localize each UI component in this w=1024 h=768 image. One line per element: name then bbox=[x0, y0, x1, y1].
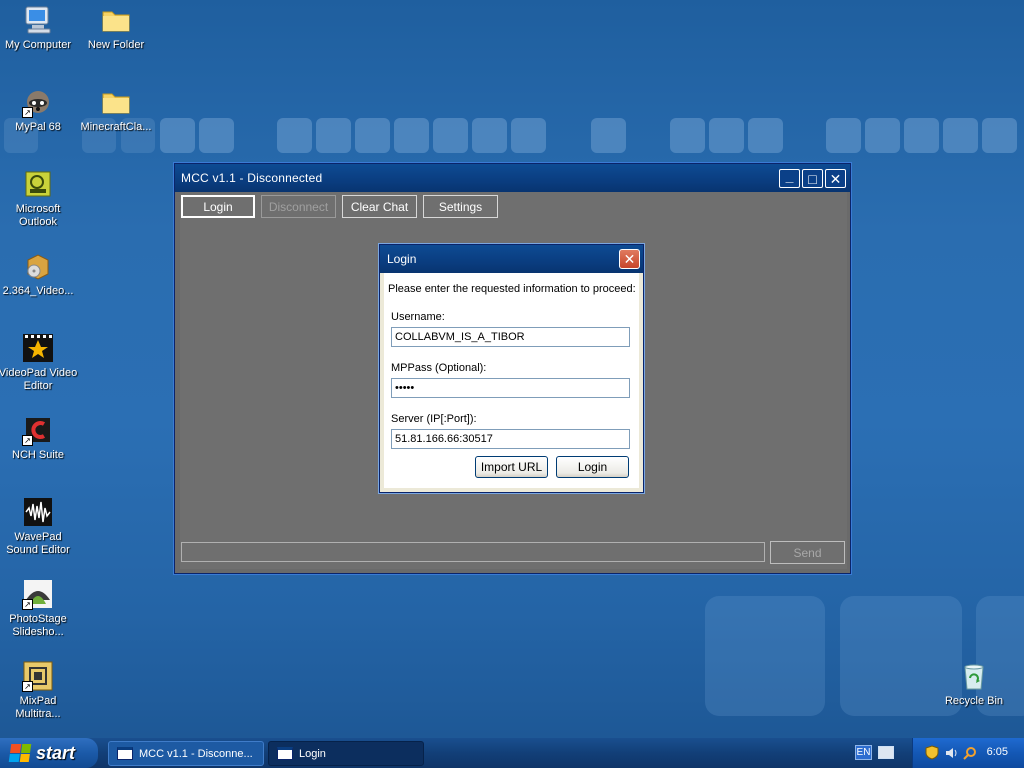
minimize-icon: _ bbox=[785, 167, 794, 184]
main-window-titlebar[interactable]: MCC v1.1 - Disconnected _ □ ✕ bbox=[175, 164, 850, 192]
desktop-icon-recycle-bin[interactable]: Recycle Bin bbox=[934, 660, 1014, 708]
keyboard-icon[interactable] bbox=[878, 746, 894, 759]
desktop-icon-my-computer[interactable]: My Computer bbox=[0, 4, 78, 52]
close-button[interactable]: ✕ bbox=[825, 169, 846, 188]
login-dialog-titlebar[interactable]: Login ✕ bbox=[380, 245, 643, 273]
security-shield-icon[interactable] bbox=[924, 745, 939, 760]
minimize-button[interactable]: _ bbox=[779, 169, 800, 188]
maximize-button[interactable]: □ bbox=[802, 169, 823, 188]
shortcut-arrow-icon: ↗ bbox=[22, 107, 33, 118]
toolbar-settings-button[interactable]: Settings bbox=[423, 195, 498, 218]
photostage-icon: ↗ bbox=[22, 578, 54, 610]
recycle-bin-icon bbox=[958, 660, 990, 692]
clock: 6:05 bbox=[986, 746, 1008, 758]
desktop-icon-label: Microsoft Outlook bbox=[15, 203, 61, 228]
main-window-title: MCC v1.1 - Disconnected bbox=[181, 171, 323, 185]
desktop-icon-wavepad[interactable]: WavePad Sound Editor bbox=[0, 496, 78, 557]
login-prompt: Please enter the requested information t… bbox=[388, 283, 636, 295]
shortcut-arrow-icon: ↗ bbox=[22, 435, 33, 446]
window-icon bbox=[277, 747, 293, 760]
main-toolbar: Login Disconnect Clear Chat Settings bbox=[181, 195, 498, 218]
login-dialog: Login ✕ Please enter the requested infor… bbox=[379, 244, 644, 493]
computer-icon bbox=[22, 4, 54, 36]
taskbar-item-mcc[interactable]: MCC v1.1 - Disconne... bbox=[108, 741, 264, 766]
desktop-icon-mixpad[interactable]: ↗ MixPad Multitra... bbox=[0, 660, 78, 721]
wavepad-icon bbox=[22, 496, 54, 528]
toolbar-clear-chat-button[interactable]: Clear Chat bbox=[342, 195, 417, 218]
login-dialog-title: Login bbox=[387, 252, 417, 266]
desktop-icon-label: NCH Suite bbox=[12, 449, 64, 461]
folder-icon bbox=[100, 86, 132, 118]
taskbar-item-label: MCC v1.1 - Disconne... bbox=[139, 747, 253, 760]
mixpad-icon: ↗ bbox=[22, 660, 54, 692]
desktop-icon-minecraft[interactable]: MinecraftCla... bbox=[76, 86, 156, 134]
speaker-icon[interactable] bbox=[944, 745, 959, 760]
maximize-icon: □ bbox=[808, 170, 817, 187]
server-input[interactable]: 51.81.166.66:30517 bbox=[391, 429, 630, 449]
username-input[interactable]: COLLABVM_IS_A_TIBOR bbox=[391, 327, 630, 347]
desktop-icon-label: MyPal 68 bbox=[15, 121, 61, 133]
taskbar: start MCC v1.1 - Disconne... Login EN 6:… bbox=[0, 738, 1024, 768]
server-label: Server (IP[:Port]): bbox=[391, 413, 477, 425]
desktop-icon-label: VideoPad Video Editor bbox=[0, 367, 78, 392]
desktop-icon-label: New Folder bbox=[87, 39, 145, 51]
shortcut-arrow-icon: ↗ bbox=[22, 681, 33, 692]
outlook-icon bbox=[22, 168, 54, 200]
desktop-icon-label: MixPad Multitra... bbox=[15, 695, 61, 720]
shortcut-arrow-icon: ↗ bbox=[22, 599, 33, 610]
desktop-icon-label: WavePad Sound Editor bbox=[6, 531, 70, 556]
language-indicator[interactable]: EN bbox=[855, 745, 872, 760]
start-label: start bbox=[36, 742, 76, 763]
send-button[interactable]: Send bbox=[770, 541, 845, 564]
desktop-icon-photostage[interactable]: ↗ PhotoStage Slidesho... bbox=[0, 578, 78, 639]
chat-input[interactable] bbox=[181, 542, 765, 562]
login-dialog-close-button[interactable]: ✕ bbox=[619, 249, 640, 269]
desktop-icon-label: My Computer bbox=[4, 39, 72, 51]
dialog-login-button[interactable]: Login bbox=[556, 456, 629, 478]
nch-icon: ↗ bbox=[22, 414, 54, 446]
window-icon bbox=[117, 747, 133, 760]
toolbar-login-button[interactable]: Login bbox=[181, 195, 255, 218]
mppass-input[interactable]: ••••• bbox=[391, 378, 630, 398]
taskbar-item-label: Login bbox=[299, 747, 326, 760]
raccoon-icon: ↗ bbox=[22, 86, 54, 118]
start-button[interactable]: start bbox=[0, 738, 98, 768]
desktop-icon-new-folder[interactable]: New Folder bbox=[76, 4, 156, 52]
desktop-icon-mypal[interactable]: ↗ MyPal 68 bbox=[0, 86, 78, 134]
desktop-icon-label: Recycle Bin bbox=[944, 695, 1004, 707]
close-icon: ✕ bbox=[829, 170, 842, 187]
import-url-button[interactable]: Import URL bbox=[475, 456, 548, 478]
mppass-label: MPPass (Optional): bbox=[391, 362, 487, 374]
system-tray: 6:05 bbox=[912, 738, 1024, 768]
username-label: Username: bbox=[391, 311, 445, 323]
installer-box-icon bbox=[22, 250, 54, 282]
taskbar-item-login[interactable]: Login bbox=[268, 741, 424, 766]
login-dialog-body: Please enter the requested information t… bbox=[384, 273, 639, 488]
desktop-icon-label: MinecraftCla... bbox=[80, 121, 152, 133]
toolbar-disconnect-button[interactable]: Disconnect bbox=[261, 195, 336, 218]
desktop-icon-label: PhotoStage Slidesho... bbox=[9, 613, 67, 638]
folder-icon bbox=[100, 4, 132, 36]
desktop-icon-nch-suite[interactable]: ↗ NCH Suite bbox=[0, 414, 78, 462]
windows-logo-icon bbox=[8, 744, 32, 762]
desktop-icon-outlook[interactable]: Microsoft Outlook bbox=[0, 168, 78, 229]
videopad-icon bbox=[22, 332, 54, 364]
desktop-icon-video-installer[interactable]: 2.364_Video... bbox=[0, 250, 78, 298]
close-icon: ✕ bbox=[623, 250, 636, 267]
desktop-icon-label: 2.364_Video... bbox=[2, 285, 74, 297]
desktop-icon-videopad[interactable]: VideoPad Video Editor bbox=[0, 332, 78, 393]
search-icon[interactable] bbox=[962, 745, 977, 760]
